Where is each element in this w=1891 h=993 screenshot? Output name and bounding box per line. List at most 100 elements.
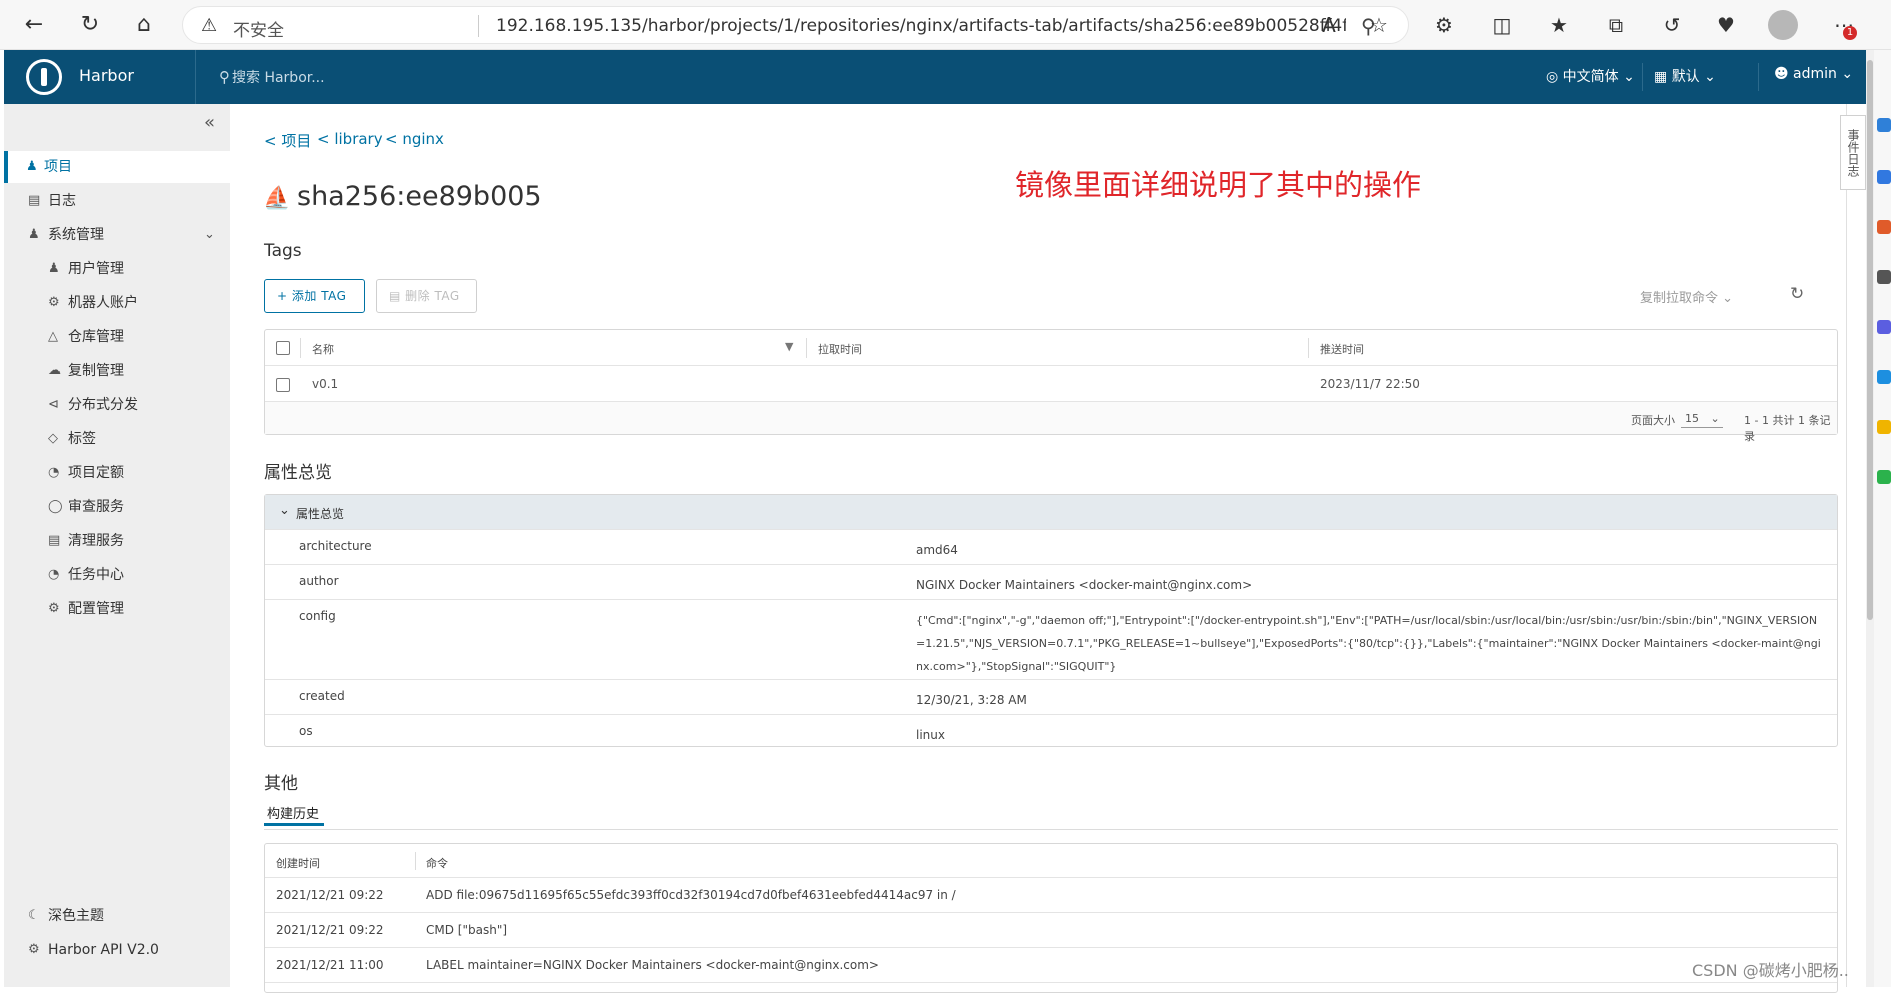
back-icon[interactable]: ← [18, 9, 50, 41]
url-text[interactable]: 192.168.195.135/harbor/projects/1/reposi… [496, 16, 1346, 36]
property-key: created [299, 689, 345, 703]
brand-name[interactable]: Harbor [79, 66, 134, 85]
project-icon: ♟ [26, 159, 38, 174]
tools-icon[interactable] [1877, 270, 1891, 284]
trash-icon: ▤ [48, 533, 61, 548]
history-icon[interactable]: ↺ [1658, 11, 1686, 39]
property-row: config {"Cmd":["nginx","-g","daemon off;… [265, 599, 1837, 679]
table-header-row: 创建时间 命令 [265, 844, 1837, 878]
sidebar-item-robots[interactable]: ⚙ 机器人账户 [4, 287, 230, 319]
read-aloud-icon[interactable]: A [1315, 11, 1343, 39]
collections-icon[interactable]: ⧉ [1602, 11, 1630, 39]
scrollbar-thumb[interactable] [1867, 60, 1873, 620]
global-search[interactable]: ⚲ 搜索 Harbor... [219, 67, 325, 87]
sidebar-item-label: 系统管理 [48, 227, 104, 243]
office-icon[interactable] [1877, 370, 1891, 384]
notification-badge: 1 [1843, 26, 1857, 40]
shopping-icon[interactable] [1877, 220, 1891, 234]
breadcrumb-projects[interactable]: < 项目 [264, 130, 311, 151]
sidebar-item-interrogation[interactable]: ◯ 审查服务 [4, 491, 230, 523]
sidebar-item-label: 项目定额 [68, 465, 124, 481]
address-bar[interactable]: ⚠ 不安全 192.168.195.135/harbor/projects/1/… [182, 6, 1409, 44]
sidebar-item-logs[interactable]: ▤ 日志 [4, 185, 230, 217]
copy-pull-command[interactable]: 复制拉取命令 ⌄ [1640, 287, 1733, 306]
collapse-sidebar-icon[interactable]: « [204, 112, 215, 133]
add-tag-button[interactable]: + 添加 TAG [264, 279, 365, 313]
extensions-icon[interactable]: ⚙ [1430, 11, 1458, 39]
sidebar-item-projects[interactable]: ♟ 项目 [4, 151, 230, 183]
header-divider [1758, 63, 1759, 91]
health-icon[interactable]: ♥ [1712, 11, 1740, 39]
sidebar-item-label: 标签 [68, 431, 96, 447]
drop-icon[interactable] [1877, 420, 1891, 434]
properties-panel-header[interactable]: ⌄ 属性总览 [265, 495, 1837, 529]
shield-icon: ◯ [48, 499, 63, 514]
sidebar-item-label: 用户管理 [68, 261, 124, 277]
spotify-icon[interactable] [1877, 470, 1891, 484]
property-key: architecture [299, 539, 372, 553]
sidebar-item-jobs[interactable]: ◔ 任务中心 [4, 559, 230, 591]
admin-icon: ♟ [28, 227, 40, 242]
sidebar-item-labels[interactable]: ◇ 标签 [4, 423, 230, 455]
refresh-icon[interactable]: ↻ [1790, 284, 1804, 304]
column-header-name[interactable]: 名称 [312, 341, 334, 357]
active-tab-indicator [264, 823, 324, 826]
tab-build-history[interactable]: 构建历史 [264, 803, 322, 822]
select-all-checkbox[interactable] [276, 341, 290, 355]
favorite-star-icon[interactable]: ☆ [1365, 11, 1393, 39]
split-screen-icon[interactable]: ◫ [1488, 11, 1516, 39]
user-menu[interactable]: ☻ admin ⌄ [1774, 66, 1853, 82]
language-selector[interactable]: ◎ 中文简体 ⌄ [1546, 66, 1635, 86]
theme-selector[interactable]: ▦ 默认 ⌄ [1654, 66, 1716, 86]
home-icon[interactable]: ⌂ [128, 9, 160, 41]
sidebar-item-users[interactable]: ♟ 用户管理 [4, 253, 230, 285]
sidebar-item-label: 日志 [48, 193, 76, 209]
sidebar-item-label: 审查服务 [68, 499, 124, 515]
chevron-down-icon[interactable]: ⌄ [204, 219, 215, 251]
dark-theme-toggle[interactable]: ☾ 深色主题 [4, 900, 230, 932]
address-divider [478, 15, 479, 37]
table-row[interactable]: v0.1 2023/11/7 22:50 [265, 366, 1837, 402]
games-icon[interactable] [1877, 320, 1891, 334]
reload-icon[interactable]: ↻ [74, 9, 106, 41]
favorites-icon[interactable]: ★ [1545, 11, 1573, 39]
profile-avatar[interactable] [1768, 10, 1798, 40]
search-placeholder: 搜索 Harbor... [232, 70, 325, 86]
filter-icon[interactable]: ▼ [785, 340, 793, 353]
sidebar-item-replications[interactable]: ☁ 复制管理 [4, 355, 230, 387]
breadcrumb-library[interactable]: < library [317, 130, 383, 148]
search-icon[interactable] [1877, 118, 1891, 132]
sidebar-item-registries[interactable]: △ 仓库管理 [4, 321, 230, 353]
copilot-icon[interactable] [1877, 170, 1891, 184]
column-header-push-time[interactable]: 推送时间 [1320, 341, 1364, 357]
api-label: Harbor API V2.0 [48, 942, 159, 958]
chevron-down-icon: ⌄ [279, 503, 290, 518]
sidebar-item-distributions[interactable]: ⊲ 分布式分发 [4, 389, 230, 421]
robot-icon: ⚙ [48, 295, 60, 310]
table-header-row: 名称 ▼ 拉取时间 推送时间 [265, 330, 1837, 366]
breadcrumb-nginx[interactable]: < nginx [385, 130, 444, 148]
sidebar-item-label: 复制管理 [68, 363, 124, 379]
page-size-select[interactable]: 15 ⌄ [1681, 408, 1723, 428]
browser-toolbar: ← ↻ ⌂ ⚠ 不安全 192.168.195.135/harbor/proje… [0, 0, 1891, 50]
api-icon: ⚙ [28, 942, 40, 957]
build-history-table: 创建时间 命令 2021/12/21 09:22 ADD file:09675d… [264, 843, 1838, 993]
property-key: os [299, 724, 313, 738]
sidebar-item-config[interactable]: ⚙ 配置管理 [4, 593, 230, 625]
sidebar-item-admin[interactable]: ♟ 系统管理 ⌄ [4, 219, 230, 251]
watermark: CSDN @碳烤小肥杨.. [1692, 961, 1849, 980]
delete-tag-button[interactable]: ▤ 删除 TAG [376, 279, 477, 313]
harbor-logo[interactable] [26, 59, 62, 95]
sidebar-item-quotas[interactable]: ◔ 项目定额 [4, 457, 230, 489]
registry-icon: △ [48, 329, 58, 344]
harbor-api-link[interactable]: ⚙ Harbor API V2.0 [4, 934, 230, 966]
table-row: 2021/12/21 09:22 ADD file:09675d11695f65… [265, 878, 1837, 913]
other-section-title: 其他 [264, 774, 298, 794]
column-header-pull-time[interactable]: 拉取时间 [818, 341, 862, 357]
sidebar-item-label: 项目 [44, 159, 72, 175]
row-checkbox[interactable] [276, 378, 290, 392]
sidebar-item-gc[interactable]: ▤ 清理服务 [4, 525, 230, 557]
event-log-tab[interactable]: 事件日志 [1840, 115, 1866, 190]
property-row: created 12/30/21, 3:28 AM [265, 679, 1837, 714]
column-header-created: 创建时间 [276, 857, 320, 870]
